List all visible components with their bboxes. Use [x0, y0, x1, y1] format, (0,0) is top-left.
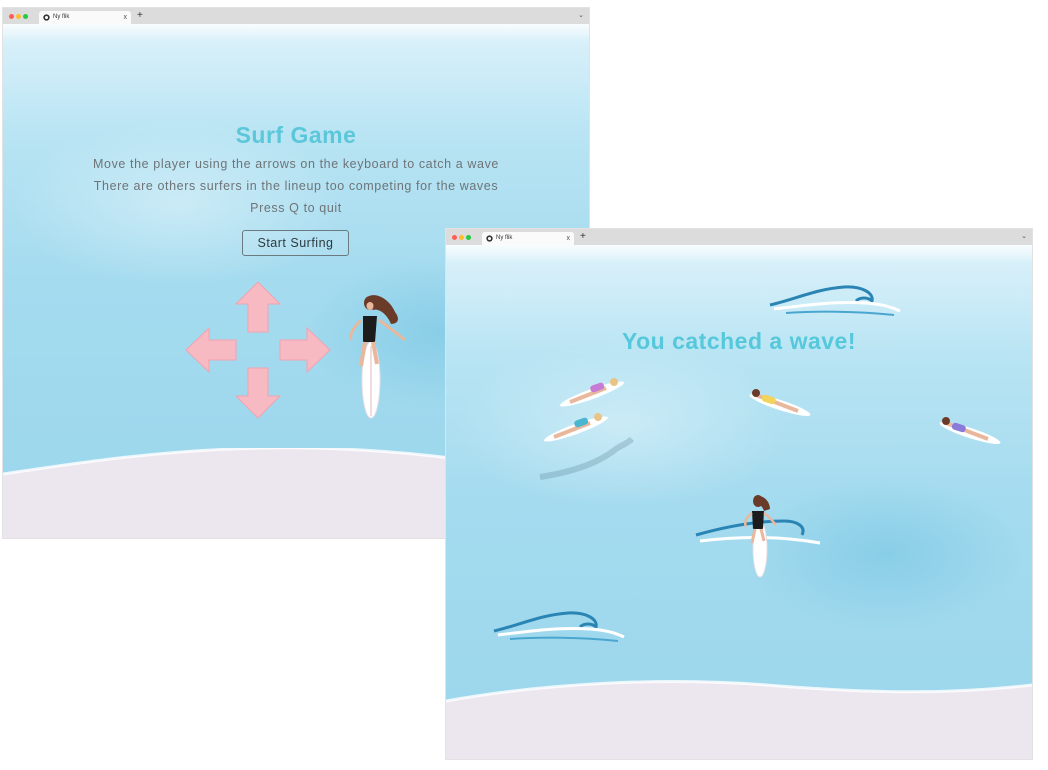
surfer-shadows — [539, 436, 635, 480]
wave-bottom-left — [493, 611, 625, 642]
close-window-button[interactable] — [9, 14, 14, 19]
tab-favicon-icon — [43, 14, 50, 21]
wave-caught-message: You catched a wave! — [621, 328, 857, 354]
minimize-window-button[interactable] — [459, 235, 464, 240]
arrow-up-icon — [234, 282, 282, 333]
tab-list-chevron-icon[interactable]: ⌄ — [578, 11, 584, 19]
tab-close-button[interactable]: x — [124, 11, 128, 24]
start-surfing-button[interactable]: Start Surfing — [242, 230, 349, 256]
competitor-surfer-1 — [560, 378, 624, 407]
maximize-window-button[interactable] — [466, 235, 471, 240]
top-foam — [3, 24, 589, 42]
tab-favicon-icon — [486, 235, 493, 242]
game-viewport: You catched a wave! — [446, 245, 1032, 759]
competitor-surfer-3 — [749, 389, 811, 416]
window-controls — [9, 14, 30, 19]
instruction-line-3: Press Q to quit — [250, 201, 342, 215]
arrow-left-icon — [185, 326, 237, 374]
browser-tab[interactable]: Ny flik x — [39, 11, 131, 24]
beach-sand — [446, 680, 1032, 759]
window-controls — [452, 235, 473, 240]
tab-title: Ny flik — [53, 14, 70, 20]
minimize-window-button[interactable] — [16, 14, 21, 19]
tab-close-button[interactable]: x — [567, 232, 571, 245]
player-surfer-on-wave — [695, 495, 821, 578]
new-tab-button[interactable]: + — [137, 9, 143, 23]
tab-list-chevron-icon[interactable]: ⌄ — [1021, 232, 1027, 240]
instruction-line-2: There are others surfers in the lineup t… — [93, 179, 499, 193]
maximize-window-button[interactable] — [23, 14, 28, 19]
game-title: Surf Game — [235, 122, 357, 148]
player-surfer-illustration — [349, 295, 406, 419]
close-window-button[interactable] — [452, 235, 457, 240]
play-screen-window: Ny flik x + ⌄ You catched a wave! — [446, 229, 1032, 759]
new-tab-button[interactable]: + — [580, 230, 586, 244]
tab-title: Ny flik — [496, 235, 513, 241]
browser-tab-bar: Ny flik x + ⌄ — [3, 8, 589, 25]
top-foam — [446, 245, 1032, 263]
wave-top-right — [769, 285, 901, 316]
browser-tab[interactable]: Ny flik x — [482, 232, 574, 245]
instruction-line-1: Move the player using the arrows on the … — [93, 157, 499, 171]
arrow-keys-illustration — [185, 282, 331, 419]
browser-tab-bar: Ny flik x + ⌄ — [446, 229, 1032, 246]
competitor-surfer-4 — [939, 417, 1001, 444]
arrow-right-icon — [279, 326, 331, 374]
arrow-down-icon — [234, 367, 282, 419]
